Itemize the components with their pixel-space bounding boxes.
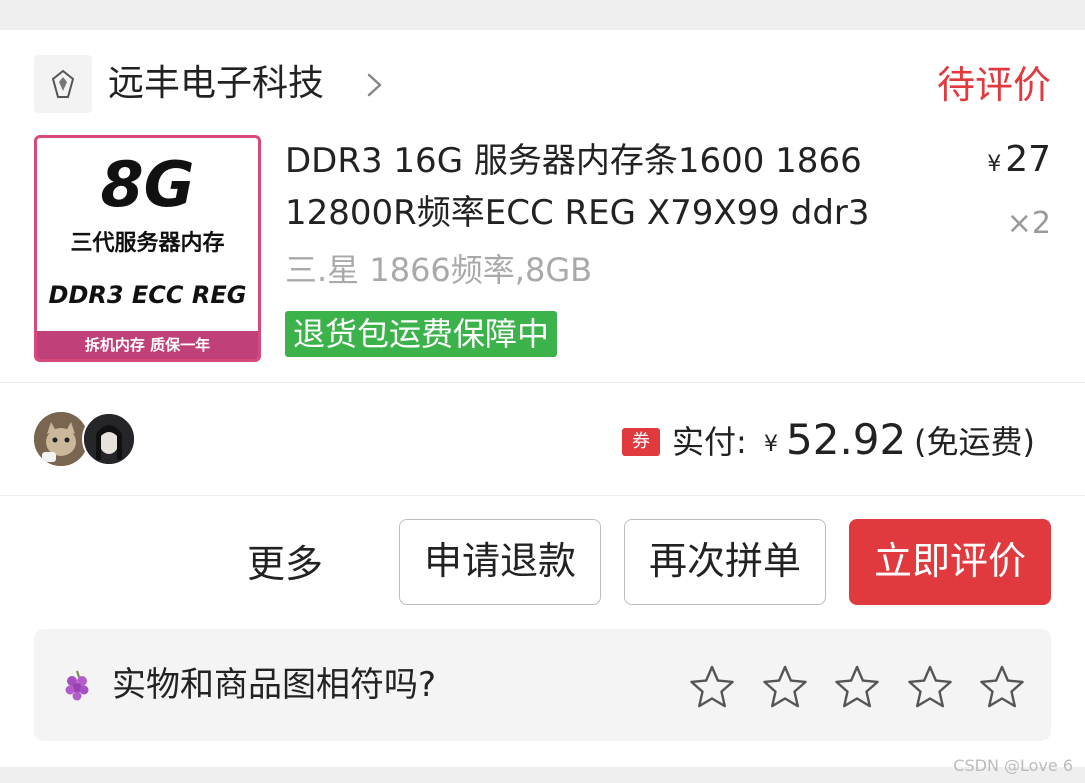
coupon-icon: 券 [622, 428, 660, 456]
avatar[interactable] [34, 412, 88, 466]
product-image-spec: DDR3 ECC REG [48, 281, 247, 309]
shop-name[interactable]: 远丰电子科技 [108, 62, 324, 106]
guarantee-badge: 退货包运费保障中 [285, 311, 558, 357]
more-button[interactable]: 更多 [247, 540, 323, 588]
feedback-panel: 实物和商品图相符吗? [34, 629, 1051, 741]
paid-currency: ¥ [764, 432, 778, 457]
grape-icon [65, 670, 89, 701]
product-price: ¥27 [987, 138, 1051, 187]
price-value: 27 [1005, 139, 1051, 180]
order-status: 待评价 [936, 63, 1051, 107]
avatar[interactable] [82, 412, 136, 466]
product-image[interactable]: 8G 三代服务器内存 DDR3 ECC REG 拆机内存 质保一年 [34, 135, 261, 362]
product-quantity: ×2 [1006, 206, 1051, 241]
star-1-icon[interactable] [688, 663, 736, 711]
feedback-question: 实物和商品图相符吗? [112, 665, 437, 705]
divider [0, 495, 1085, 496]
paid-amount: 52.92 [786, 415, 907, 464]
star-5-icon[interactable] [978, 663, 1026, 711]
price-currency: ¥ [987, 152, 1002, 177]
product-sku: 三.星 1866频率,8GB [285, 251, 593, 289]
product-title[interactable]: DDR3 16G 服务器内存条1600 1866 12800R频率ECC REG… [285, 135, 945, 239]
paid-label: 实付: [672, 423, 747, 461]
watermark: CSDN @Love 6 [953, 756, 1073, 775]
star-4-icon[interactable] [906, 663, 954, 711]
star-3-icon[interactable] [833, 663, 881, 711]
product-image-subtitle: 三代服务器内存 [70, 231, 225, 256]
reorder-button[interactable]: 再次拼单 [624, 519, 826, 605]
star-2-icon[interactable] [761, 663, 809, 711]
shipping-note: (免运费) [914, 423, 1035, 461]
divider [0, 382, 1085, 383]
product-image-band: 拆机内存 质保一年 [37, 331, 258, 359]
request-refund-button[interactable]: 申请退款 [399, 519, 601, 605]
product-image-capacity: 8G [100, 148, 195, 221]
chevron-right-icon[interactable] [360, 70, 390, 100]
review-now-button[interactable]: 立即评价 [849, 519, 1051, 605]
shop-logo[interactable] [34, 55, 92, 113]
